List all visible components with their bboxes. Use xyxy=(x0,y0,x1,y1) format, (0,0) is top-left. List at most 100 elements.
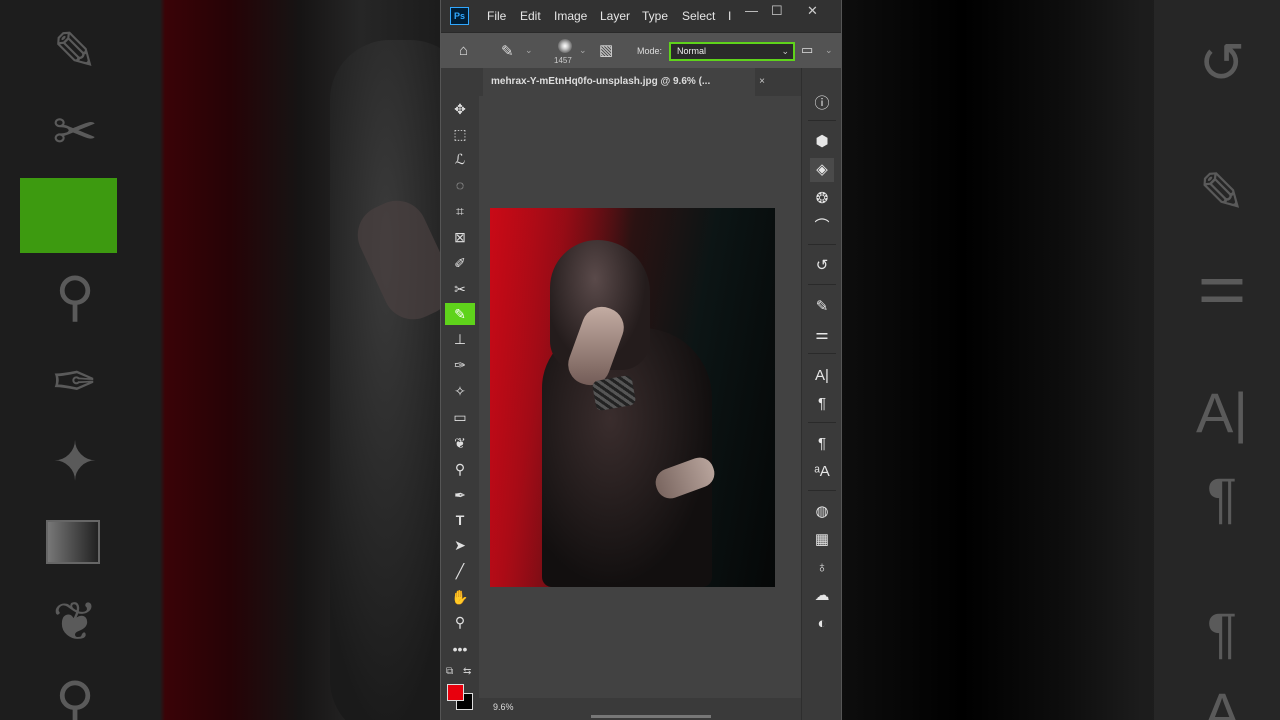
character-styles-icon[interactable]: ᵃA xyxy=(810,460,834,484)
ghost-blur-icon: ❦ xyxy=(52,592,98,652)
move-tool[interactable]: ✥ xyxy=(445,98,475,120)
horizontal-scrollbar[interactable] xyxy=(591,715,711,718)
menu-file[interactable]: File xyxy=(487,9,506,23)
type-tool[interactable]: T xyxy=(445,509,475,531)
mode-value: Normal xyxy=(677,46,707,56)
panel-toggle-icon[interactable]: ▭ xyxy=(801,42,813,58)
default-colors-icon[interactable]: ⧉ xyxy=(446,666,453,677)
brush-tool[interactable]: ✎ xyxy=(445,303,475,325)
grid-icon[interactable]: ▦ xyxy=(810,528,834,552)
panel-separator xyxy=(808,422,836,423)
ghost-gradient-icon xyxy=(46,520,100,564)
eyedropper-tool[interactable]: ✐ xyxy=(445,252,475,274)
history-icon[interactable]: ↺ xyxy=(810,254,834,278)
photoshop-window: Ps File Edit Image Layer Type Select I —… xyxy=(440,0,842,720)
paragraph-styles-icon[interactable]: ¶ xyxy=(810,432,834,456)
dodge-tool[interactable]: ⚲ xyxy=(445,458,475,480)
info-icon[interactable]: ⓘ xyxy=(810,92,834,116)
photoshop-logo: Ps xyxy=(450,7,469,25)
brush-chevron-icon[interactable]: ⌄ xyxy=(579,45,587,56)
brush-settings-icon[interactable]: ✎ xyxy=(810,295,834,319)
clone-stamp-tool[interactable]: ⊥ xyxy=(445,328,475,350)
document-tab-bar: mehrax-Y-mEtnHq0fo-unsplash.jpg @ 9.6% (… xyxy=(479,68,801,96)
panel-separator xyxy=(808,490,836,491)
channels-icon[interactable]: ❂ xyxy=(810,187,834,211)
ghost-stamp-icon: ⚲ xyxy=(55,267,95,327)
quick-selection-tool[interactable]: ◌ xyxy=(445,174,475,196)
ghost-paragraph-icon: ¶ xyxy=(1206,466,1238,529)
background-blur-right: ↺ ✎ ⚌ A| ¶ ¶ A xyxy=(842,0,1280,720)
tab-close-icon[interactable]: × xyxy=(759,68,765,96)
background-blur-left: ✎ ✂ ⚲ ✑ ✦ ❦ ⚲ xyxy=(0,0,440,720)
eraser-tool[interactable]: ✧ xyxy=(445,380,475,402)
ghost-character-icon: A| xyxy=(1196,381,1248,444)
ghost-brush-active xyxy=(20,178,117,253)
chevron-down-icon[interactable]: ⌄ xyxy=(525,45,533,56)
mode-caret-icon: ⌄ xyxy=(781,46,789,56)
foreground-color-swatch[interactable] xyxy=(447,684,464,701)
layers-icon[interactable]: ◈ xyxy=(810,158,834,182)
swap-colors-icon[interactable]: ⇆ xyxy=(463,666,471,677)
options-bar: ⌂ ✎ ⌄ 1457 ⌄ ▧ Mode: Normal ⌄ ▭ ⌄ xyxy=(441,32,841,70)
hand-tool[interactable]: ✋ xyxy=(445,586,475,608)
swatches-icon[interactable]: ◍ xyxy=(810,500,834,524)
brush-size-value: 1457 xyxy=(554,56,572,65)
home-icon[interactable]: ⌂ xyxy=(459,42,468,59)
panel-separator xyxy=(808,353,836,354)
document-image[interactable] xyxy=(490,208,775,587)
ghost-history-brush-icon: ✑ xyxy=(52,352,98,412)
minimize-icon[interactable]: — xyxy=(745,3,758,18)
blur-tool[interactable]: ❦ xyxy=(445,432,475,454)
path-selection-tool[interactable]: ➤ xyxy=(445,534,475,556)
menu-image[interactable]: Image xyxy=(554,9,587,23)
mode-select[interactable]: Normal ⌄ xyxy=(669,42,795,61)
brush-settings-toggle-icon[interactable]: ▧ xyxy=(599,41,613,59)
maximize-icon[interactable]: ☐ xyxy=(771,3,783,19)
3d-icon[interactable]: ⬢ xyxy=(810,130,834,154)
document-tab[interactable]: mehrax-Y-mEtnHq0fo-unsplash.jpg @ 9.6% (… xyxy=(483,68,765,96)
menu-select[interactable]: Select xyxy=(682,9,715,23)
crop-tool[interactable]: ⌗ xyxy=(445,200,475,222)
gradient-tool[interactable]: ▭ xyxy=(445,406,475,428)
healing-brush-tool[interactable]: ✂ xyxy=(445,278,475,300)
paragraph-icon[interactable]: ¶ xyxy=(810,392,834,416)
color-icon[interactable]: ◐ xyxy=(810,612,834,636)
lasso-tool[interactable]: ℒ xyxy=(445,148,475,170)
menu-layer[interactable]: Layer xyxy=(600,9,630,23)
brush-preset-icon[interactable]: ✎ xyxy=(501,42,514,60)
character-icon[interactable]: A| xyxy=(810,364,834,388)
menu-edit[interactable]: Edit xyxy=(520,9,541,23)
ghost-paragraph-styles-icon: ¶ xyxy=(1206,601,1238,664)
ghost-eraser-icon: ✦ xyxy=(52,432,98,492)
adjustments-icon[interactable]: ⚌ xyxy=(810,323,834,347)
ghost-character-styles-icon: A xyxy=(1203,681,1241,720)
mode-label: Mode: xyxy=(637,46,663,56)
ghost-history-icon: ↺ xyxy=(1198,31,1246,94)
libraries-icon[interactable]: ☁ xyxy=(810,584,834,608)
canvas-area[interactable] xyxy=(479,96,801,698)
panel-separator xyxy=(808,284,836,285)
menu-bar: Ps File Edit Image Layer Type Select I —… xyxy=(441,0,841,32)
brush-tip-icon[interactable] xyxy=(558,39,572,53)
menu-type[interactable]: Type xyxy=(642,9,668,23)
panel-separator xyxy=(808,244,836,245)
blurred-figure xyxy=(330,40,440,720)
line-tool[interactable]: ╱ xyxy=(445,560,475,582)
history-brush-tool[interactable]: ✑ xyxy=(445,354,475,376)
marquee-tool[interactable]: ⬚ xyxy=(445,123,475,145)
more-tools-icon[interactable]: ••• xyxy=(445,638,475,660)
paths-icon[interactable]: ⌒ xyxy=(810,215,834,239)
menu-more[interactable]: I xyxy=(728,9,731,23)
panel-separator xyxy=(808,120,836,121)
close-icon[interactable]: ✕ xyxy=(807,3,818,19)
frame-tool[interactable]: ⊠ xyxy=(445,226,475,248)
zoom-tool[interactable]: ⚲ xyxy=(445,611,475,633)
pen-tool[interactable]: ✒ xyxy=(445,484,475,506)
zoom-level[interactable]: 9.6% xyxy=(493,702,514,712)
tools-panel: ✥ ⬚ ℒ ◌ ⌗ ⊠ ✐ ✂ ✎ ⊥ ✑ ✧ ▭ ❦ ⚲ ✒ T ➤ ╱ ✋ … xyxy=(441,68,479,720)
learn-icon[interactable]: ♁ xyxy=(810,556,834,580)
options-chevron-icon[interactable]: ⌄ xyxy=(825,45,833,56)
ghost-adjust-icon: ⚌ xyxy=(1196,251,1248,314)
ghost-eyedropper-icon: ✎ xyxy=(52,22,98,82)
ghost-brush-settings-icon: ✎ xyxy=(1198,161,1246,224)
